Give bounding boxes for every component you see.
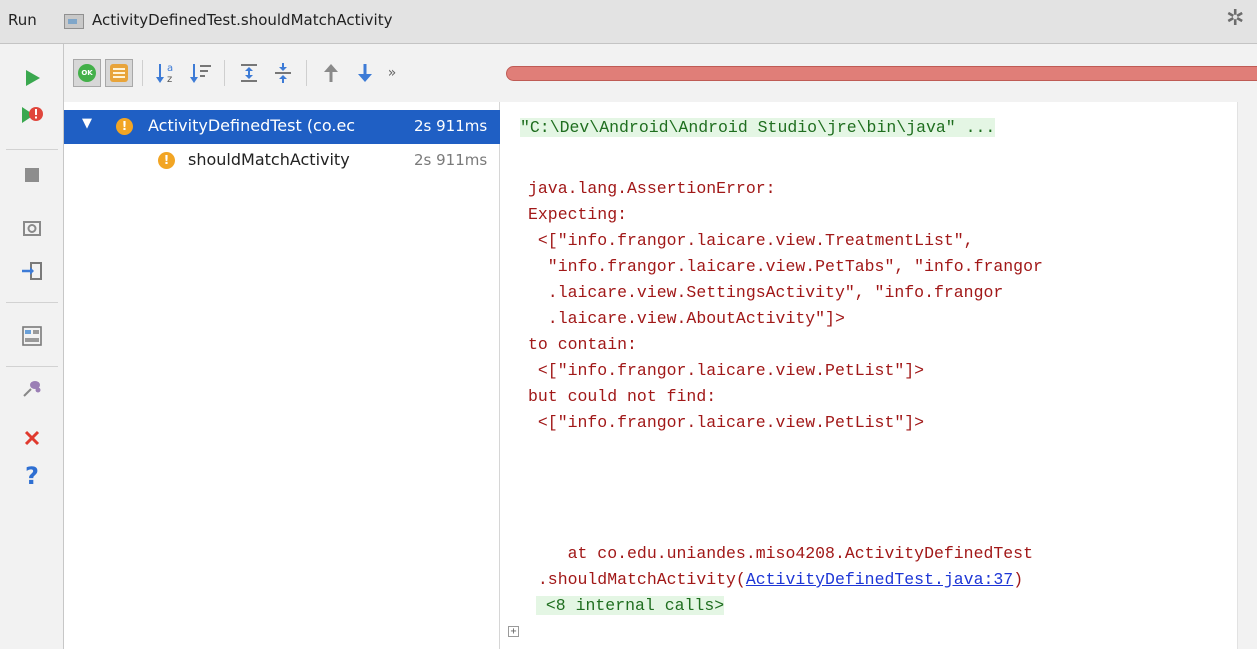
sort-duration-icon[interactable]: [186, 58, 216, 88]
stop-icon[interactable]: [18, 161, 46, 189]
tree-item-label: ActivityDefinedTest (co.ec: [148, 116, 356, 135]
stack-method-text: .shouldMatchActivity(: [528, 570, 746, 589]
tree-item-duration: 2s 911ms: [414, 151, 488, 169]
tree-item-label: shouldMatchActivity: [188, 150, 350, 169]
console-line: .laicare.view.AboutActivity"]>: [528, 309, 845, 328]
test-results-tree: ▼ ! ActivityDefinedTest (co.ec 2s 911ms …: [64, 102, 500, 649]
console-scrollbar[interactable]: [1237, 102, 1257, 649]
toolbar-divider: [142, 60, 143, 86]
close-icon[interactable]: [18, 424, 46, 452]
console-line: <["info.frangor.laicare.view.TreatmentLi…: [528, 231, 974, 250]
collapse-all-icon[interactable]: [268, 58, 298, 88]
console-output[interactable]: "C:\Dev\Android\Android Studio\jre\bin\j…: [500, 102, 1237, 649]
failed-test-icon: !: [116, 118, 133, 135]
failed-test-icon: !: [158, 152, 175, 169]
next-failed-icon[interactable]: [350, 58, 380, 88]
toolbar-overflow-button[interactable]: »: [380, 58, 404, 88]
toolbar-divider: [224, 60, 225, 86]
import-icon[interactable]: [18, 257, 46, 285]
console-line: Expecting:: [528, 205, 628, 224]
expand-arrow-icon[interactable]: ▼: [82, 116, 92, 131]
console-line: <["info.frangor.laicare.view.PetList"]>: [528, 413, 925, 432]
run-tool-window-header: Run ActivityDefinedTest.shouldMatchActiv…: [0, 0, 1257, 44]
console-line: <["info.frangor.laicare.view.PetList"]>: [528, 361, 925, 380]
show-ignored-icon[interactable]: [104, 58, 134, 88]
camera-icon[interactable]: [18, 214, 46, 242]
console-line: but could not find:: [528, 387, 717, 406]
gear-icon[interactable]: ✲: [1226, 6, 1244, 31]
source-file-link[interactable]: ActivityDefinedTest.java:37: [746, 570, 1013, 589]
toolbar-divider: [306, 60, 307, 86]
toolbar-divider: [6, 149, 58, 150]
left-toolbar: ?: [0, 44, 64, 649]
tool-window-title: Run: [8, 11, 37, 29]
fold-toggle-icon[interactable]: +: [508, 626, 519, 637]
console-line: to contain:: [528, 335, 637, 354]
console-line: .laicare.view.SettingsActivity", "info.f…: [528, 283, 1004, 302]
test-toolbar: OK az »: [64, 44, 1257, 102]
run-config-tab[interactable]: ActivityDefinedTest.shouldMatchActivity: [92, 11, 392, 29]
console-command-line: "C:\Dev\Android\Android Studio\jre\bin\j…: [520, 118, 996, 137]
console-line: "info.frangor.laicare.view.PetTabs", "in…: [528, 257, 1043, 276]
test-progress-bar: [506, 66, 1257, 81]
internal-calls-fold[interactable]: <8 internal calls>: [536, 596, 725, 615]
ok-badge: OK: [78, 64, 96, 82]
svg-text:z: z: [167, 74, 172, 85]
sort-alpha-icon[interactable]: az: [152, 58, 182, 88]
prev-failed-icon[interactable]: [316, 58, 346, 88]
rerun-failed-icon[interactable]: [18, 102, 46, 130]
toolbar-divider: [6, 302, 58, 303]
expand-all-icon[interactable]: [234, 58, 264, 88]
help-icon[interactable]: ?: [18, 462, 46, 490]
tree-row-test-method[interactable]: ! shouldMatchActivity 2s 911ms: [64, 146, 500, 180]
svg-text:a: a: [167, 63, 173, 74]
pin-icon[interactable]: [18, 374, 46, 402]
run-config-icon: [64, 14, 84, 29]
stack-close-text: ): [1013, 570, 1024, 589]
toolbar-divider: [6, 366, 58, 367]
tree-row-test-class[interactable]: ▼ ! ActivityDefinedTest (co.ec 2s 911ms: [64, 110, 500, 144]
show-passed-icon[interactable]: OK: [72, 58, 102, 88]
console-line: java.lang.AssertionError:: [528, 179, 776, 198]
stack-trace-line: .shouldMatchActivity(ActivityDefinedTest…: [528, 570, 1023, 589]
layout-icon[interactable]: [18, 322, 46, 350]
stack-trace-line: at co.edu.uniandes.miso4208.ActivityDefi…: [528, 544, 1033, 563]
rerun-icon[interactable]: [18, 64, 46, 92]
tree-item-duration: 2s 911ms: [414, 117, 488, 135]
